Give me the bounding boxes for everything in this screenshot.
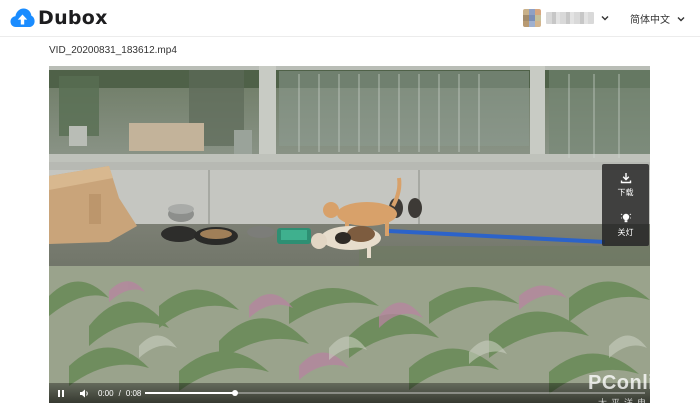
logo-text: Dubox (38, 7, 108, 29)
time-display: 0:00 / 0:08 (98, 387, 141, 399)
lights-off-label: 关灯 (617, 228, 634, 237)
pause-icon (58, 389, 64, 397)
lights-off-button[interactable]: 关灯 (602, 206, 649, 244)
avatar (523, 9, 541, 27)
pconline-watermark: PConline 太平洋电脑网 (588, 372, 700, 414)
video-frame (49, 66, 650, 403)
watermark-sub: 太平洋电脑网 (598, 398, 677, 408)
chevron-down-icon (677, 16, 685, 21)
cloud-upload-icon (10, 8, 35, 27)
dubox-logo[interactable]: Dubox (10, 7, 108, 29)
pause-button[interactable] (57, 387, 67, 399)
chevron-down-icon (601, 16, 609, 21)
download-label: 下载 (617, 188, 634, 197)
duration: 0:08 (125, 388, 142, 398)
player-controls: 0:00 / 0:08 (49, 383, 650, 403)
progress-bar[interactable] (145, 390, 645, 396)
username-blurred (546, 12, 594, 24)
language-label: 简体中文 (630, 15, 670, 26)
lightbulb-icon (620, 213, 631, 223)
side-action-panel: 下载 关灯 (602, 164, 649, 246)
watermark-main: PConline (588, 372, 679, 394)
file-name: VID_20200831_183612.mp4 (49, 45, 177, 56)
language-selector[interactable]: 简体中文 (630, 11, 686, 26)
user-menu[interactable] (523, 8, 610, 28)
progress-fill (145, 392, 235, 394)
volume-button[interactable] (79, 387, 91, 399)
top-bar: Dubox 简体中文 (0, 0, 700, 37)
progress-handle[interactable] (232, 390, 238, 396)
time-separator: / (118, 388, 121, 398)
download-icon (620, 173, 631, 184)
video-player[interactable]: 下载 关灯 0:00 / 0:08 (49, 66, 650, 403)
volume-icon (80, 389, 88, 397)
dubox-player-page: Dubox 简体中文 VID_20200831_183612.mp4 下载 关灯… (0, 0, 700, 414)
download-button[interactable]: 下载 (602, 166, 649, 204)
current-time: 0:00 (98, 388, 114, 398)
